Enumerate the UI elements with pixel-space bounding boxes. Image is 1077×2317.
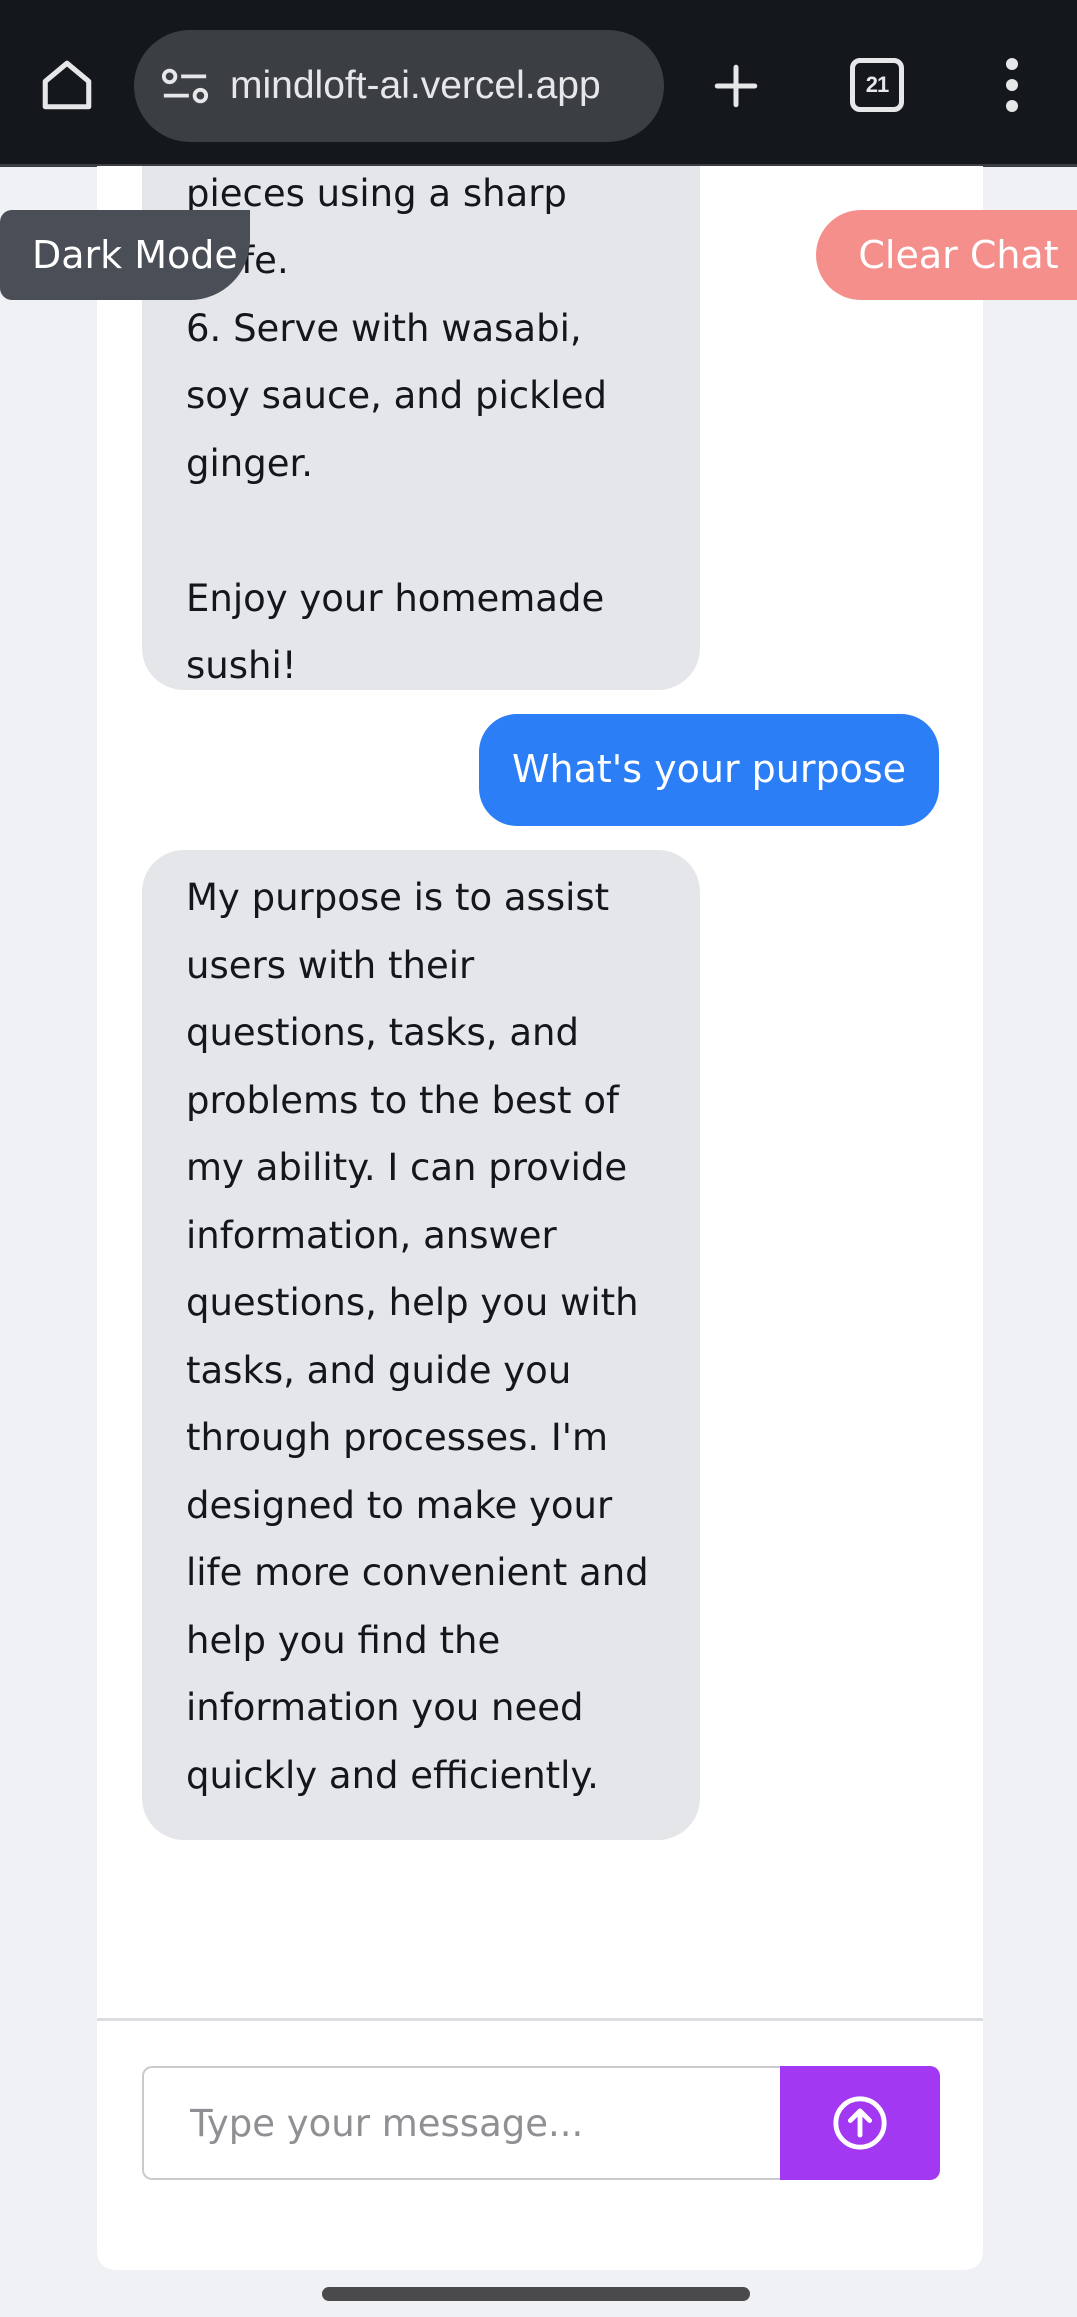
user-message: What's your purpose bbox=[479, 714, 939, 826]
send-button[interactable] bbox=[780, 2066, 940, 2180]
more-vert-icon[interactable] bbox=[990, 52, 1034, 118]
clear-chat-button[interactable]: Clear Chat bbox=[816, 210, 1077, 300]
composer-divider bbox=[97, 2018, 983, 2021]
gesture-bar[interactable] bbox=[322, 2287, 750, 2301]
site-settings-icon[interactable] bbox=[160, 66, 210, 106]
assistant-message: My purpose is to assist users with their… bbox=[142, 850, 700, 1840]
arrow-up-circle-icon bbox=[833, 2096, 887, 2150]
address-bar[interactable]: mindloft-ai.vercel.app bbox=[134, 30, 664, 142]
browser-toolbar: mindloft-ai.vercel.app 21 bbox=[0, 0, 1077, 167]
plus-icon bbox=[714, 64, 758, 108]
message-input[interactable] bbox=[142, 2066, 782, 2180]
message-list[interactable]: 5. Cut into bite-sized pieces using a sh… bbox=[97, 166, 983, 2018]
dark-mode-button[interactable]: Dark Mode bbox=[0, 210, 250, 300]
home-button[interactable] bbox=[28, 52, 106, 118]
url-text: mindloft-ai.vercel.app bbox=[230, 64, 601, 107]
chat-panel: 5. Cut into bite-sized pieces using a sh… bbox=[97, 166, 983, 2270]
new-tab-button[interactable] bbox=[700, 52, 772, 120]
home-icon bbox=[42, 60, 92, 110]
tabs-count: 21 bbox=[865, 72, 890, 97]
tabs-button[interactable]: 21 bbox=[850, 58, 904, 112]
